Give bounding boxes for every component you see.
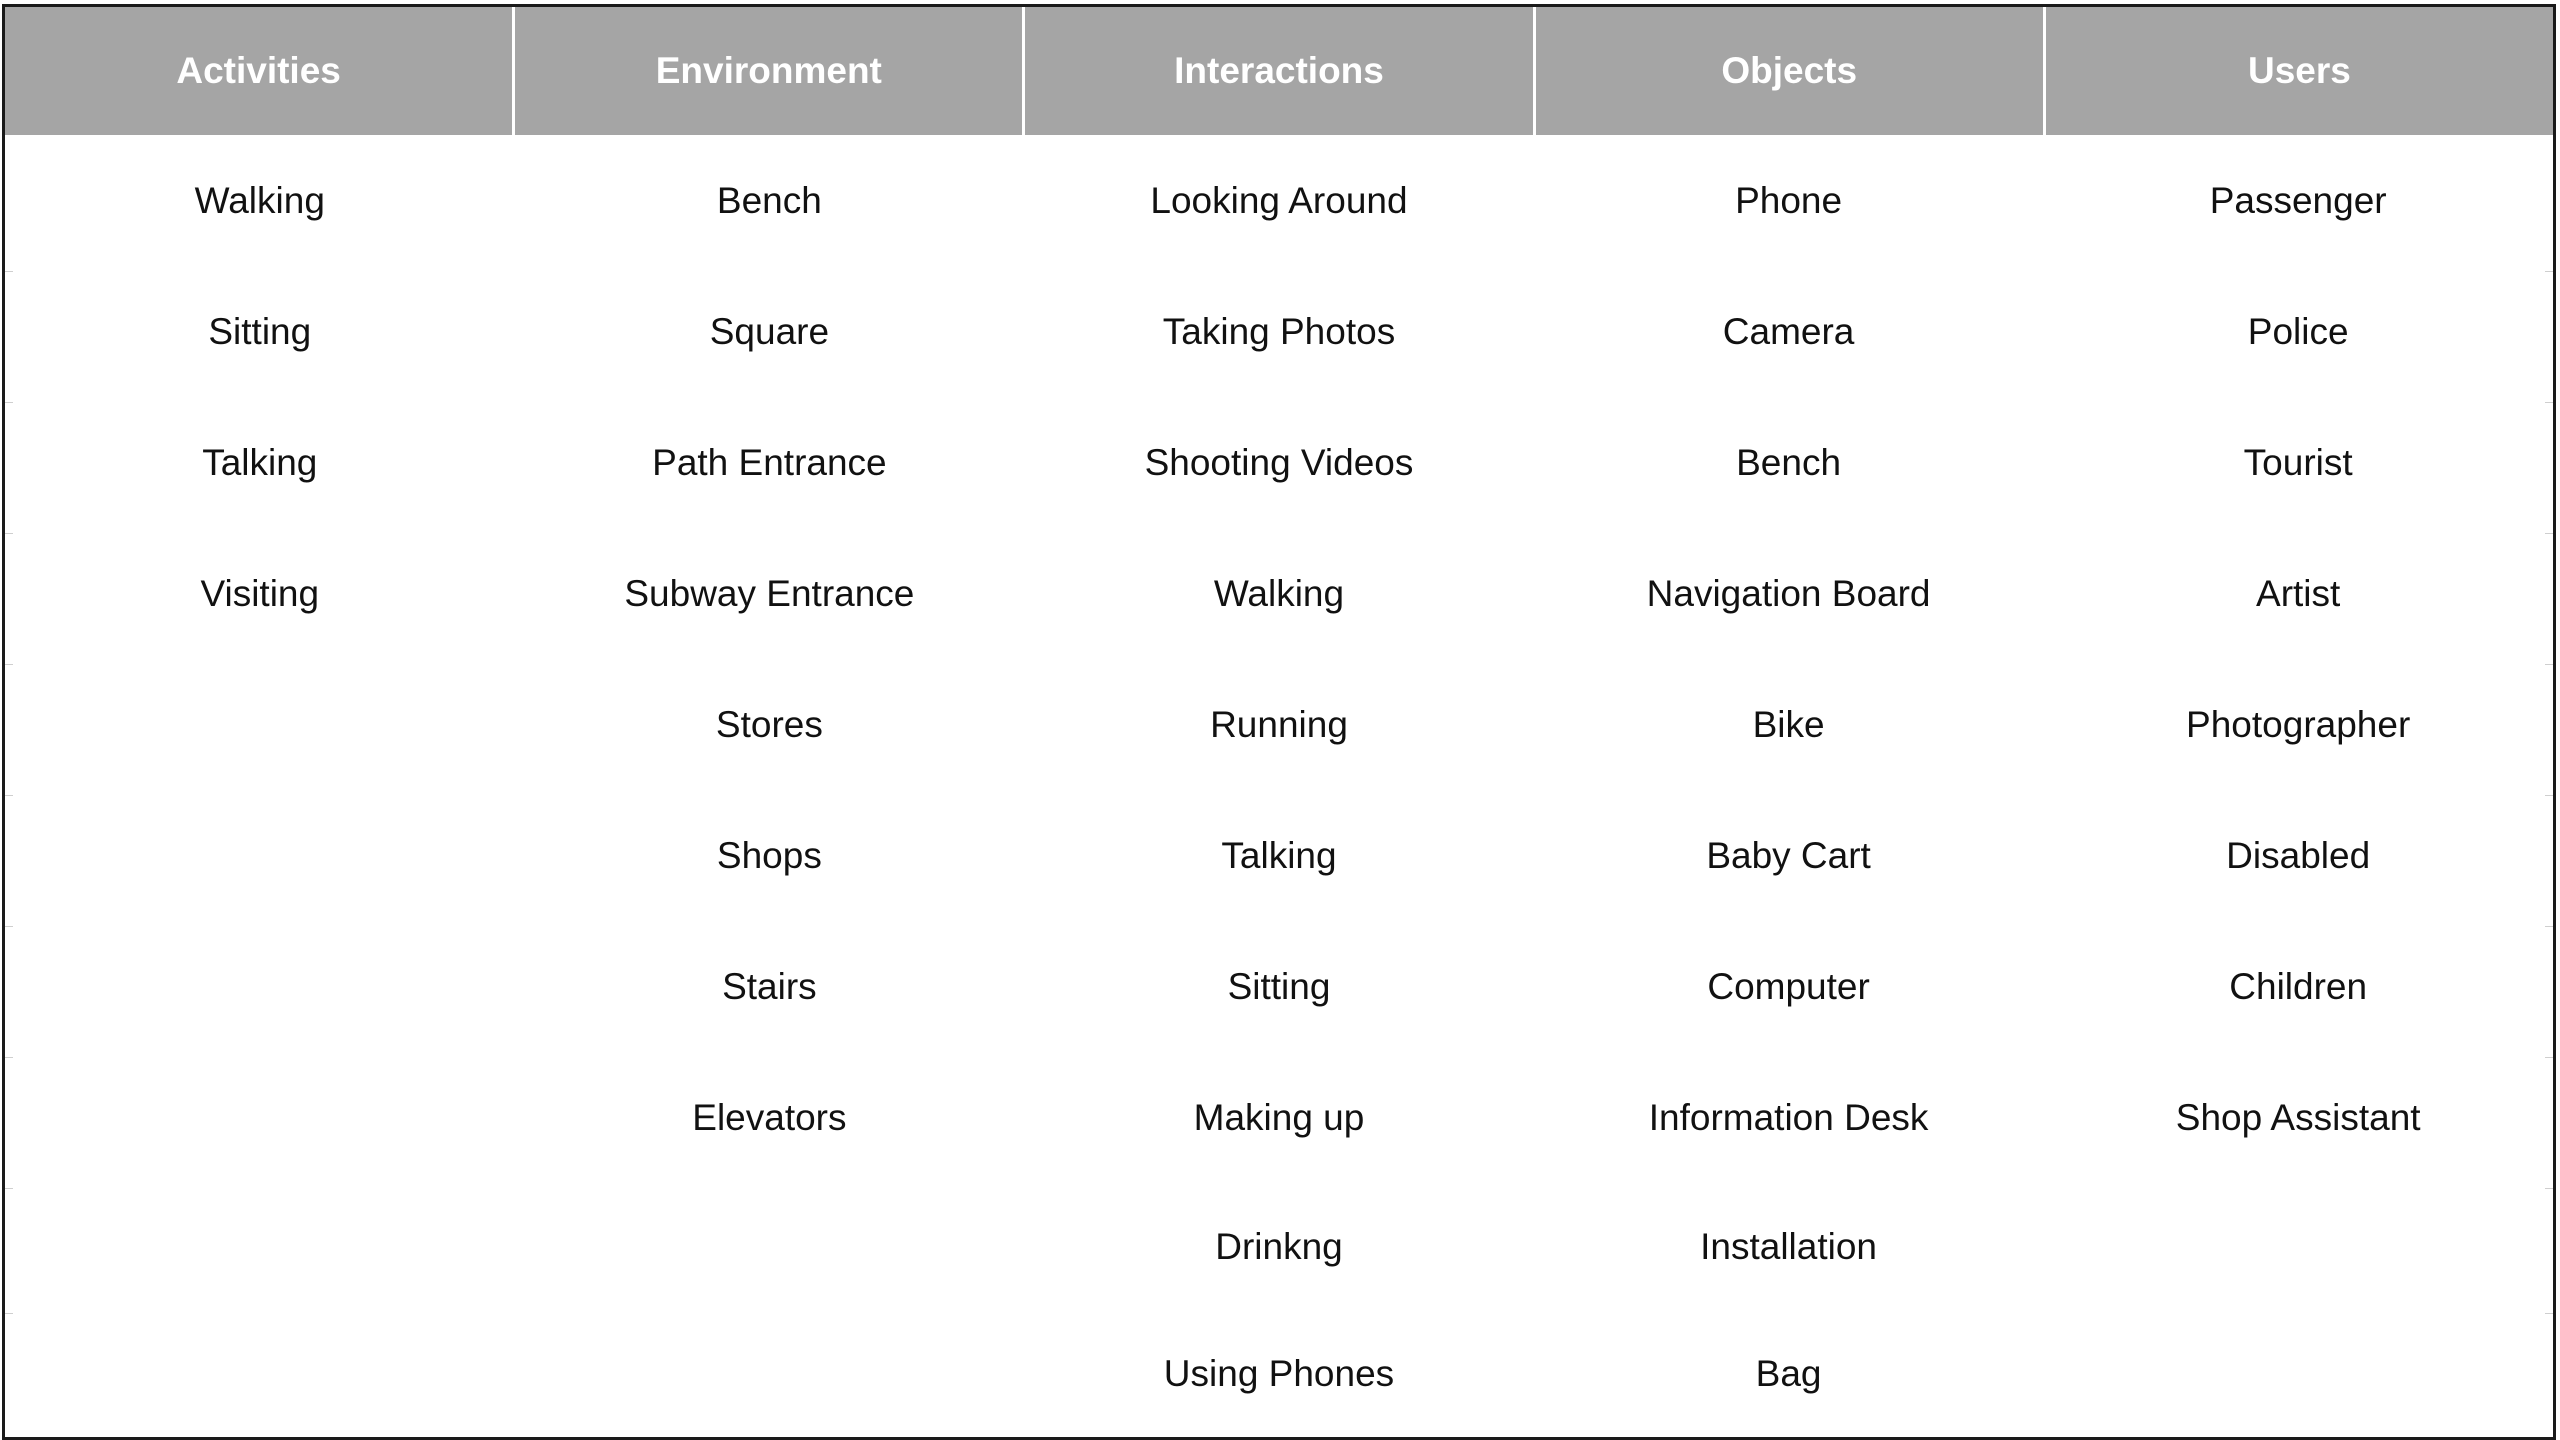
table-cell: Using Phones — [1163, 1352, 1395, 1394]
header-activities: Activities — [5, 7, 516, 135]
table-cell: Tourist — [2243, 441, 2353, 483]
table-cell: Children — [2229, 965, 2368, 1007]
table-cell: Bag — [1755, 1352, 1822, 1394]
column-environment: Bench Square Path Entrance Subway Entran… — [515, 135, 1025, 1440]
table-cell: Subway Entrance — [624, 572, 915, 614]
table-cell: Sitting — [208, 310, 312, 352]
table-cell: Computer — [1707, 965, 1870, 1007]
table-cell: Path Entrance — [652, 441, 887, 483]
row-separator — [5, 926, 13, 927]
table-cell: Shops — [716, 834, 822, 876]
column-interactions: Looking Around Taking Photos Shooting Vi… — [1024, 135, 1534, 1440]
table-cell: Photographer — [2186, 703, 2411, 745]
table-cell: Camera — [1722, 310, 1855, 352]
header-interactions: Interactions — [1025, 7, 1536, 135]
table-cell: Navigation Board — [1646, 572, 1931, 614]
header-environment: Environment — [515, 7, 1026, 135]
header-users: Users — [2247, 50, 2351, 91]
table-cell: Drinkng — [1215, 1225, 1343, 1267]
table-cell: Taking Photos — [1162, 310, 1396, 352]
table-cell: Disabled — [2226, 834, 2371, 876]
row-separator — [2545, 1188, 2553, 1189]
table-cell: Bike — [1752, 703, 1825, 745]
table-cell: Installation — [1700, 1225, 1878, 1267]
column-users: Passenger Police Tourist Artist Photogra… — [2043, 135, 2553, 1440]
row-separator — [2545, 533, 2553, 534]
table-body: Walking Sitting Talking Visiting Bench S… — [5, 135, 2553, 1440]
table-cell: Baby Cart — [1706, 834, 1871, 876]
table-cell: Walking — [194, 179, 325, 221]
table-cell: Shooting Videos — [1144, 441, 1414, 483]
column-activities: Walking Sitting Talking Visiting — [5, 135, 515, 1440]
row-separator — [5, 664, 13, 665]
header-objects: Objects — [1536, 7, 2046, 135]
row-separator — [2545, 1057, 2553, 1058]
row-separator — [2545, 271, 2553, 272]
row-separator — [2545, 664, 2553, 665]
table-cell: Making up — [1193, 1096, 1365, 1138]
table-cell: Sitting — [1227, 965, 1331, 1007]
row-separator — [2545, 402, 2553, 403]
table-cell: Elevators — [692, 1096, 847, 1138]
column-objects: Phone Camera Bench Navigation Board Bike… — [1534, 135, 2044, 1440]
row-separator — [5, 533, 13, 534]
row-separator — [5, 1313, 13, 1314]
table-cell: Shop Assistant — [2175, 1096, 2421, 1138]
row-separator — [5, 795, 13, 796]
table-cell: Bench — [716, 179, 822, 221]
table-cell: Looking Around — [1150, 179, 1408, 221]
category-table: Activities Environment Interactions Obje… — [2, 4, 2556, 1440]
table-cell: Information Desk — [1648, 1096, 1929, 1138]
table-cell: Visiting — [200, 572, 320, 614]
table-cell: Phone — [1735, 179, 1843, 221]
table-cell: Talking — [1221, 834, 1337, 876]
row-separator — [2545, 795, 2553, 796]
table-cell: Bench — [1736, 441, 1842, 483]
table-cell: Artist — [2256, 572, 2341, 614]
table-cell: Stores — [715, 703, 823, 745]
row-separator — [5, 1057, 13, 1058]
table-cell: Talking — [202, 441, 318, 483]
table-cell: Running — [1210, 703, 1348, 745]
table-cell: Walking — [1213, 572, 1345, 614]
row-separator — [5, 402, 13, 403]
table-cell: Passenger — [2209, 179, 2387, 221]
row-separator — [5, 271, 13, 272]
table-header-row: Activities Environment Interactions Obje… — [5, 7, 2553, 135]
row-separator — [2545, 926, 2553, 927]
table-cell: Square — [709, 310, 830, 352]
row-separator — [5, 1188, 13, 1189]
table-cell: Police — [2247, 310, 2349, 352]
table-cell: Stairs — [722, 965, 817, 1007]
row-separator — [2545, 1313, 2553, 1314]
